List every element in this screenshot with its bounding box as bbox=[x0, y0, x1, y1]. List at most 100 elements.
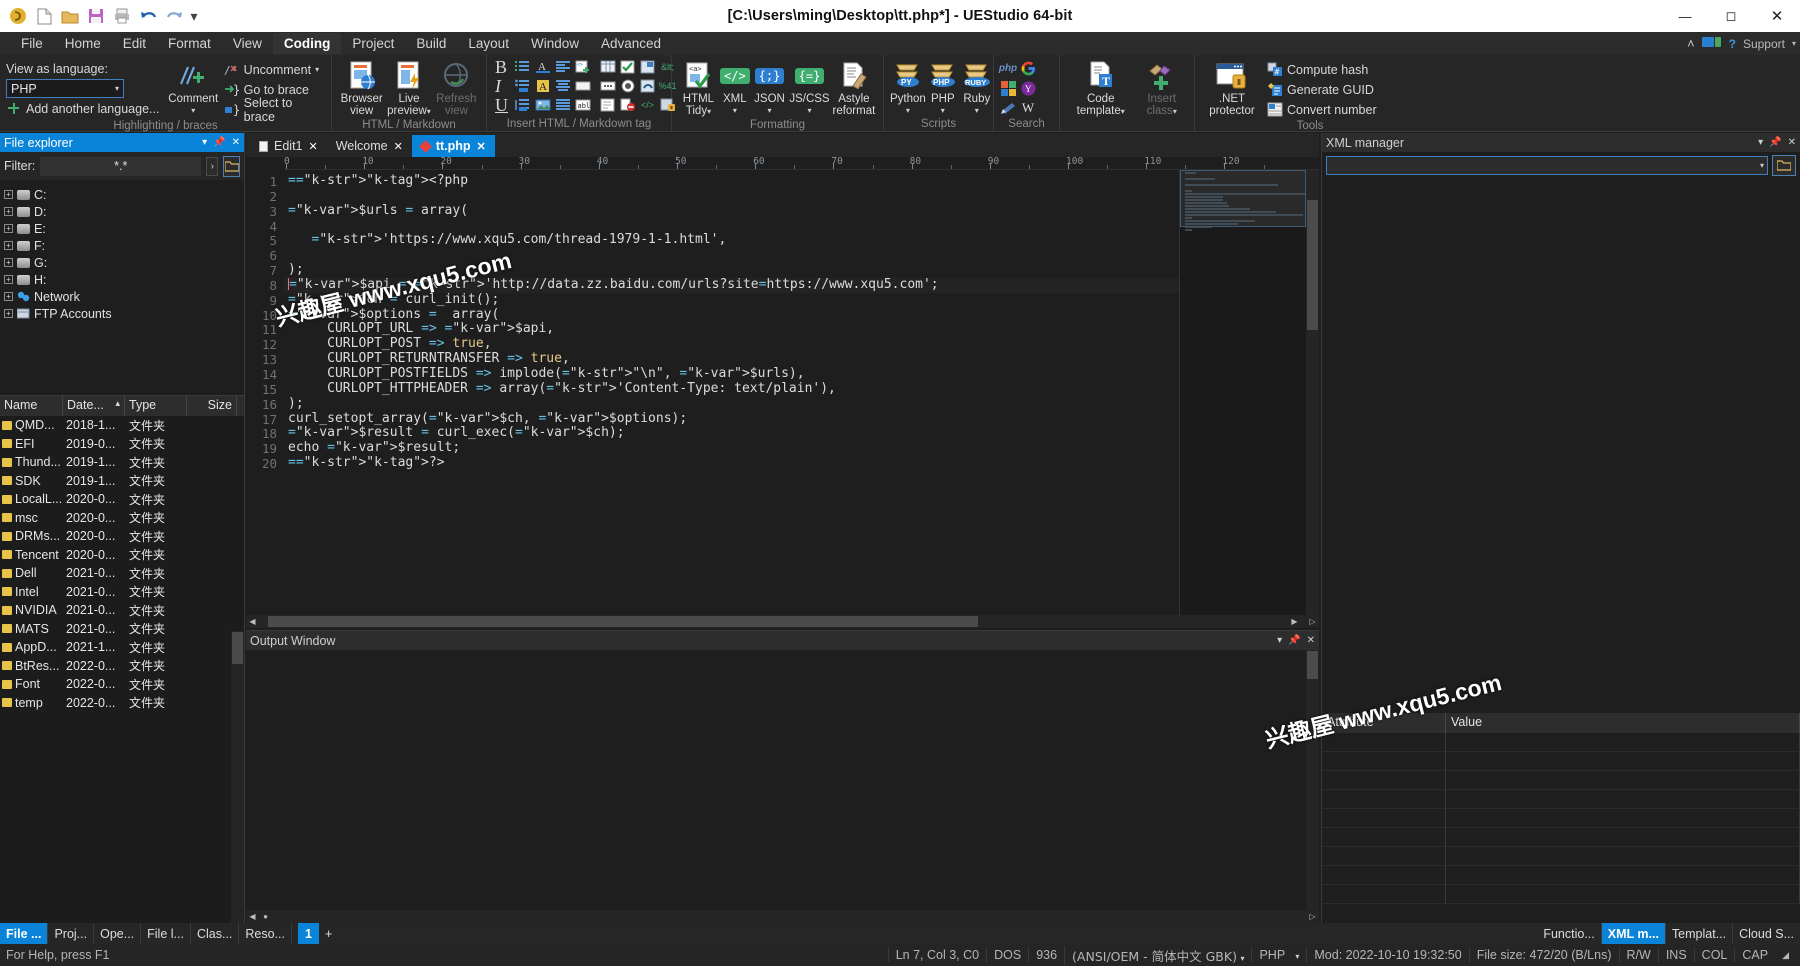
insert-font-icon[interactable]: A bbox=[534, 58, 551, 75]
php-search-icon[interactable]: php bbox=[999, 60, 1017, 76]
table-row[interactable]: temp 2022-0... 文件夹 bbox=[0, 694, 244, 713]
net-protector-button[interactable]: .NET protector bbox=[1201, 57, 1263, 117]
close-icon[interactable]: ✕ bbox=[477, 140, 486, 153]
xml-format-button[interactable]: </> XML ▾ bbox=[719, 57, 751, 117]
status-insert-mode[interactable]: INS bbox=[1657, 948, 1694, 962]
scroll-left-icon[interactable]: ◀ bbox=[246, 617, 259, 626]
insert-ordered-list-icon[interactable] bbox=[514, 58, 531, 75]
insert-html-comment-icon[interactable]: </> bbox=[639, 96, 656, 113]
wikipedia-search-icon[interactable]: W bbox=[1020, 100, 1036, 116]
bottom-tab-file-explorer[interactable]: File ... bbox=[0, 923, 49, 944]
table-row[interactable] bbox=[1322, 809, 1800, 828]
insert-radio-icon[interactable] bbox=[619, 77, 636, 94]
output-vertical-scrollbar[interactable] bbox=[1306, 650, 1319, 910]
file-list-scrollbar[interactable] bbox=[231, 631, 244, 931]
column-header-type[interactable]: Type bbox=[125, 396, 187, 416]
chevron-down-icon[interactable]: ▾ bbox=[807, 105, 811, 117]
chevron-down-icon[interactable]: ▾ bbox=[202, 137, 207, 148]
insert-definition-list-icon[interactable] bbox=[514, 96, 531, 113]
table-row[interactable] bbox=[1322, 885, 1800, 904]
table-row[interactable]: msc 2020-0... 文件夹 bbox=[0, 509, 244, 528]
table-row[interactable] bbox=[1322, 828, 1800, 847]
support-caret-icon[interactable]: ▾ bbox=[1792, 39, 1796, 48]
code-line[interactable]: ="k-var">$ch = curl_init(); bbox=[284, 292, 1319, 308]
output-window-body[interactable] bbox=[246, 650, 1319, 910]
column-header-date[interactable]: Date... ▴ bbox=[63, 396, 125, 416]
bottom-tab-open-files[interactable]: Ope... bbox=[94, 923, 142, 944]
insert-no-entry-icon[interactable] bbox=[619, 96, 636, 113]
expand-icon[interactable]: + bbox=[4, 241, 13, 250]
tree-item-d[interactable]: + D: bbox=[4, 203, 244, 220]
chevron-down-icon[interactable]: ▾ bbox=[733, 105, 737, 117]
xml-open-file-button[interactable] bbox=[1772, 154, 1796, 176]
status-codepage[interactable]: 936 bbox=[1028, 948, 1064, 962]
insert-highlight-icon[interactable]: A bbox=[534, 77, 551, 94]
editor-tab-ttphp[interactable]: tt.php ✕ bbox=[411, 135, 495, 157]
code-line[interactable] bbox=[284, 189, 1319, 204]
chevron-down-icon[interactable]: ▾ bbox=[1758, 137, 1763, 148]
table-row[interactable] bbox=[1322, 733, 1800, 752]
close-icon[interactable]: ✕ bbox=[1788, 137, 1796, 148]
menu-item-coding[interactable]: Coding bbox=[272, 33, 342, 54]
menu-item-build[interactable]: Build bbox=[405, 33, 457, 54]
select-to-brace-button[interactable]: } Select to brace bbox=[224, 96, 325, 124]
tree-item-ftp[interactable]: + FTP Accounts bbox=[4, 305, 244, 322]
pin-icon[interactable]: 📌 bbox=[213, 137, 225, 148]
italic-button[interactable]: I bbox=[495, 77, 508, 96]
code-area[interactable]: 1 2 3 4 5 6 7 8 9 10 11 12 13 14 15 16 17 18 19 20 =="k-str… bbox=[246, 170, 1319, 615]
tree-item-network[interactable]: + Network bbox=[4, 288, 244, 305]
minimize-button[interactable]: — bbox=[1662, 0, 1708, 32]
column-header-value[interactable]: Value bbox=[1446, 713, 1800, 733]
code-line[interactable]: ); bbox=[284, 396, 1319, 412]
tree-item-h[interactable]: + H: bbox=[4, 271, 244, 288]
jscss-format-button[interactable]: {=} JS/CSS ▾ bbox=[788, 57, 831, 117]
generate-guid-button[interactable]: Generate GUID bbox=[1267, 80, 1377, 99]
code-line[interactable]: ); bbox=[284, 262, 1319, 278]
table-row[interactable]: EFI 2019-0... 文件夹 bbox=[0, 435, 244, 454]
editor-tab-welcome[interactable]: Welcome ✕ bbox=[326, 135, 412, 157]
chevron-down-icon[interactable]: ▾ bbox=[315, 65, 319, 74]
menu-item-window[interactable]: Window bbox=[520, 33, 590, 54]
code-line[interactable]: ="k-str">'https://www.xqu5.com/thread-19… bbox=[284, 232, 1319, 248]
table-row[interactable]: Dell 2021-0... 文件夹 bbox=[0, 564, 244, 583]
insert-checkbox-icon[interactable] bbox=[619, 58, 636, 75]
close-icon[interactable]: ✕ bbox=[1307, 635, 1315, 646]
column-header-attribute[interactable]: Attribute bbox=[1322, 713, 1446, 733]
support-link[interactable]: Support bbox=[1743, 37, 1785, 51]
tree-item-f[interactable]: + F: bbox=[4, 237, 244, 254]
python-script-button[interactable]: PY Python ▾ bbox=[890, 57, 926, 117]
menu-item-project[interactable]: Project bbox=[341, 33, 405, 54]
close-button[interactable]: ✕ bbox=[1754, 0, 1800, 32]
filter-input[interactable] bbox=[40, 156, 202, 176]
chevron-down-icon[interactable]: ▾ bbox=[906, 105, 910, 117]
insert-anchor-icon[interactable] bbox=[639, 58, 656, 75]
code-line[interactable]: =="k-str">"k-tag"><?php bbox=[284, 173, 1319, 189]
account-icon[interactable] bbox=[1701, 36, 1722, 51]
align-center-icon[interactable] bbox=[554, 77, 571, 94]
uncomment-button[interactable]: /* Uncomment ▾ bbox=[224, 60, 325, 79]
tree-item-c[interactable]: + C: bbox=[4, 186, 244, 203]
insert-select-icon[interactable] bbox=[599, 77, 616, 94]
live-preview-button[interactable]: Live preview▾ bbox=[385, 57, 432, 118]
table-row[interactable]: LocalL... 2020-0... 文件夹 bbox=[0, 490, 244, 509]
add-another-language-button[interactable]: Add another language... bbox=[6, 99, 163, 118]
editor-horizontal-scrollbar[interactable]: ◀ ▶ ▷ bbox=[246, 615, 1319, 628]
underline-button[interactable]: U bbox=[495, 96, 508, 115]
scroll-right-icon[interactable]: ▷ bbox=[1306, 912, 1319, 921]
split-handle-icon[interactable]: ▷ bbox=[1306, 617, 1319, 626]
code-line[interactable]: CURLOPT_HTTPHEADER => array(="k-str">'Co… bbox=[284, 381, 1319, 397]
stackoverflow-search-icon[interactable] bbox=[1000, 100, 1016, 116]
browse-folder-button[interactable] bbox=[223, 155, 240, 177]
menu-item-file[interactable]: File bbox=[10, 33, 54, 54]
code-line[interactable]: curl_setopt_array(="k-var">$ch, ="k-var"… bbox=[284, 411, 1319, 427]
xml-tree-area[interactable] bbox=[1322, 178, 1800, 713]
chevron-down-icon[interactable]: ▾ bbox=[1277, 635, 1282, 646]
scroll-dot-icon[interactable]: ● bbox=[259, 912, 272, 921]
table-row[interactable]: Intel 2021-0... 文件夹 bbox=[0, 583, 244, 602]
tree-item-e[interactable]: + E: bbox=[4, 220, 244, 237]
table-row[interactable]: Thund... 2019-1... 文件夹 bbox=[0, 453, 244, 472]
expand-icon[interactable]: + bbox=[4, 224, 13, 233]
output-horizontal-scrollbar[interactable]: ◀ ● ▷ bbox=[246, 910, 1319, 923]
column-header-name[interactable]: Name bbox=[0, 396, 63, 416]
expand-icon[interactable]: + bbox=[4, 292, 13, 301]
